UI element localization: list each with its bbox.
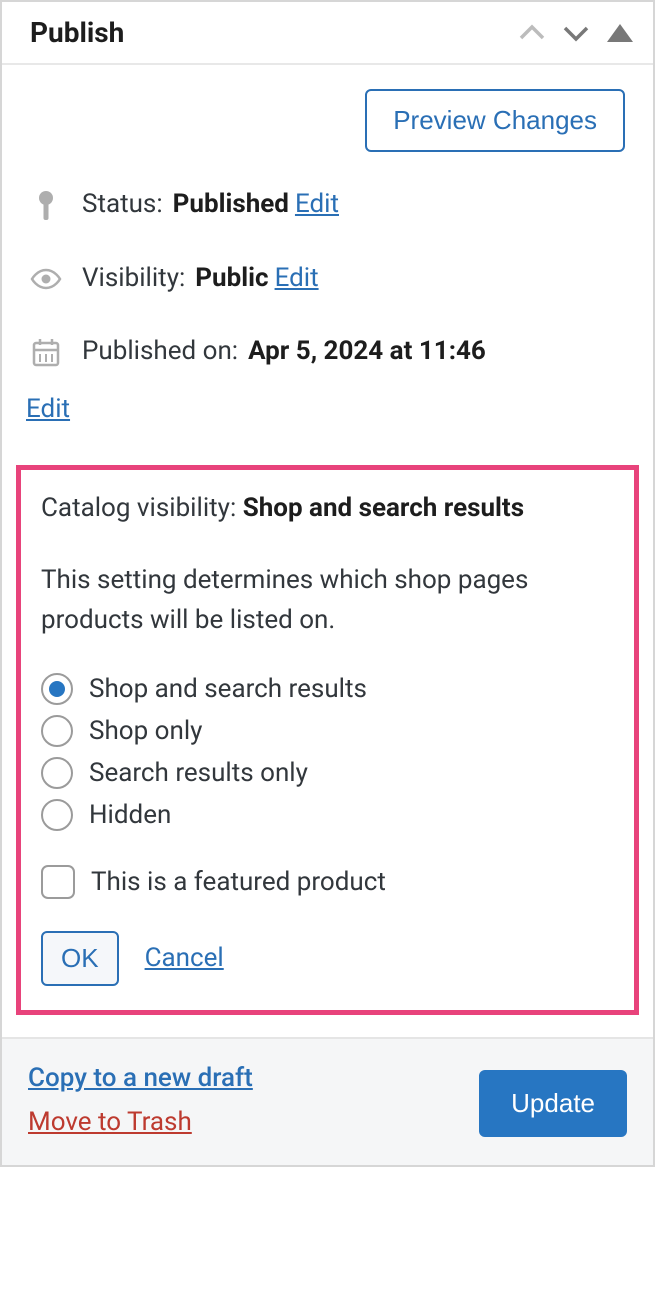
catalog-option-label: Shop only [89, 716, 202, 746]
catalog-visibility-heading: Catalog visibility: Shop and search resu… [41, 488, 614, 528]
featured-product-label: This is a featured product [91, 867, 386, 897]
catalog-action-row: OK Cancel [41, 931, 614, 986]
published-value: Apr 5, 2024 at 11:46 [248, 333, 486, 371]
published-edit-link[interactable]: Edit [26, 391, 70, 429]
published-row: Published on: Apr 5, 2024 at 11:46 Edit [26, 333, 629, 428]
collapse-icon[interactable] [607, 24, 633, 42]
footer-links: Copy to a new draft Move to Trash [28, 1063, 253, 1137]
preview-changes-button[interactable]: Preview Changes [365, 89, 625, 152]
visibility-label: Visibility: [82, 260, 185, 298]
radio-icon [41, 757, 73, 789]
cancel-link[interactable]: Cancel [145, 943, 224, 973]
catalog-visibility-value: Shop and search results [243, 493, 524, 523]
status-label: Status: [82, 186, 163, 224]
catalog-option[interactable]: Shop only [41, 715, 614, 747]
visibility-row: Visibility: Public Edit [26, 260, 629, 298]
calendar-icon [26, 337, 66, 367]
header-controls [519, 24, 633, 42]
catalog-option-label: Search results only [89, 758, 308, 788]
catalog-option[interactable]: Search results only [41, 757, 614, 789]
visibility-edit-link[interactable]: Edit [275, 260, 319, 298]
copy-to-draft-link[interactable]: Copy to a new draft [28, 1063, 253, 1093]
panel-footer: Copy to a new draft Move to Trash Update [2, 1037, 653, 1165]
catalog-visibility-description: This setting determines which shop pages… [41, 560, 614, 641]
catalog-option[interactable]: Hidden [41, 799, 614, 831]
catalog-visibility-box: Catalog visibility: Shop and search resu… [16, 465, 639, 1015]
catalog-option-label: Hidden [89, 800, 171, 830]
radio-icon [41, 715, 73, 747]
radio-icon [41, 799, 73, 831]
status-edit-link[interactable]: Edit [295, 186, 339, 224]
status-value: Published [173, 186, 289, 224]
ok-button[interactable]: OK [41, 931, 119, 986]
status-row: Status: Published Edit [26, 186, 629, 224]
chevron-down-icon[interactable] [563, 24, 589, 42]
catalog-option[interactable]: Shop and search results [41, 673, 614, 705]
panel-title: Publish [30, 16, 124, 49]
eye-icon [26, 268, 66, 290]
panel-header: Publish [2, 2, 653, 65]
panel-body: Preview Changes Status: Published Edit V… [2, 65, 653, 1037]
catalog-visibility-label: Catalog visibility: [41, 493, 236, 523]
radio-icon [41, 673, 73, 705]
preview-row: Preview Changes [26, 89, 629, 152]
checkbox-icon [41, 865, 75, 899]
published-label: Published on: [82, 333, 238, 371]
visibility-value: Public [195, 260, 268, 298]
chevron-up-icon[interactable] [519, 24, 545, 42]
update-button[interactable]: Update [479, 1070, 627, 1137]
key-icon [26, 190, 66, 220]
catalog-option-label: Shop and search results [89, 674, 367, 704]
publish-panel: Publish Preview Changes Status: Publishe… [0, 0, 655, 1167]
catalog-visibility-options: Shop and search results Shop only Search… [41, 673, 614, 831]
move-to-trash-link[interactable]: Move to Trash [28, 1107, 253, 1137]
featured-product-checkbox[interactable]: This is a featured product [41, 865, 614, 899]
